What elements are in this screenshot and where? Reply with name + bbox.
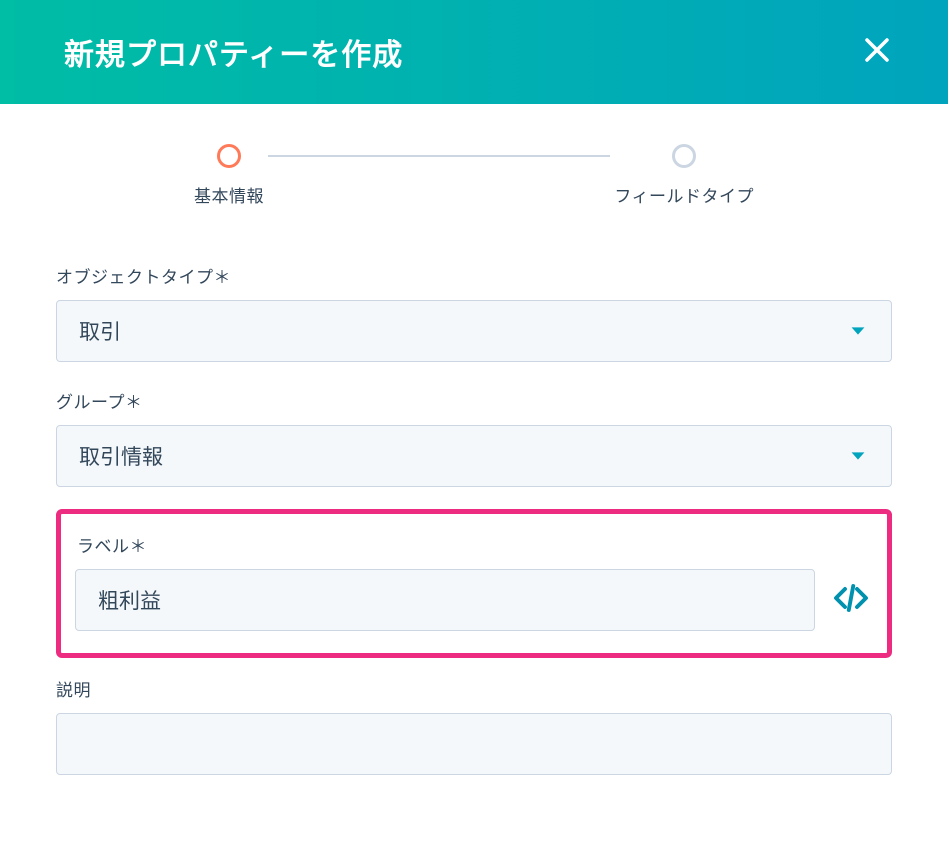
stepper: 基本情報 フィールドタイプ [194, 144, 754, 207]
group-select[interactable]: 取引情報 [56, 425, 892, 487]
close-button[interactable] [862, 35, 892, 70]
modal-header: 新規プロパティーを作成 [0, 0, 948, 104]
description-group: 説明 [56, 676, 892, 775]
internal-name-button[interactable] [829, 576, 873, 625]
label-row [75, 569, 873, 631]
object-type-label: オブジェクトタイプ＊ [56, 263, 892, 288]
form-area: オブジェクトタイプ＊ 取引 グループ＊ 取引情報 ラベル＊ [0, 227, 948, 775]
chevron-down-icon [847, 320, 869, 342]
step-label: 基本情報 [194, 182, 264, 207]
step-basic-info[interactable]: 基本情報 [194, 144, 264, 207]
description-label: 説明 [56, 676, 892, 701]
step-circle-icon [672, 144, 696, 168]
step-label: フィールドタイプ [614, 182, 754, 207]
stepper-line [268, 155, 610, 157]
step-circle-active-icon [217, 144, 241, 168]
code-icon [833, 580, 869, 621]
label-highlight-box: ラベル＊ [56, 509, 892, 658]
group-label: グループ＊ [56, 388, 892, 413]
object-type-value: 取引 [79, 316, 121, 346]
close-icon [862, 35, 892, 70]
group-field-group: グループ＊ 取引情報 [56, 388, 892, 487]
description-input[interactable] [56, 713, 892, 775]
object-type-group: オブジェクトタイプ＊ 取引 [56, 263, 892, 362]
object-type-select[interactable]: 取引 [56, 300, 892, 362]
property-label-label: ラベル＊ [77, 532, 873, 557]
chevron-down-icon [847, 445, 869, 467]
modal-title: 新規プロパティーを作成 [64, 30, 403, 74]
step-field-type[interactable]: フィールドタイプ [614, 144, 754, 207]
property-label-input[interactable] [75, 569, 815, 631]
group-value: 取引情報 [79, 441, 163, 471]
